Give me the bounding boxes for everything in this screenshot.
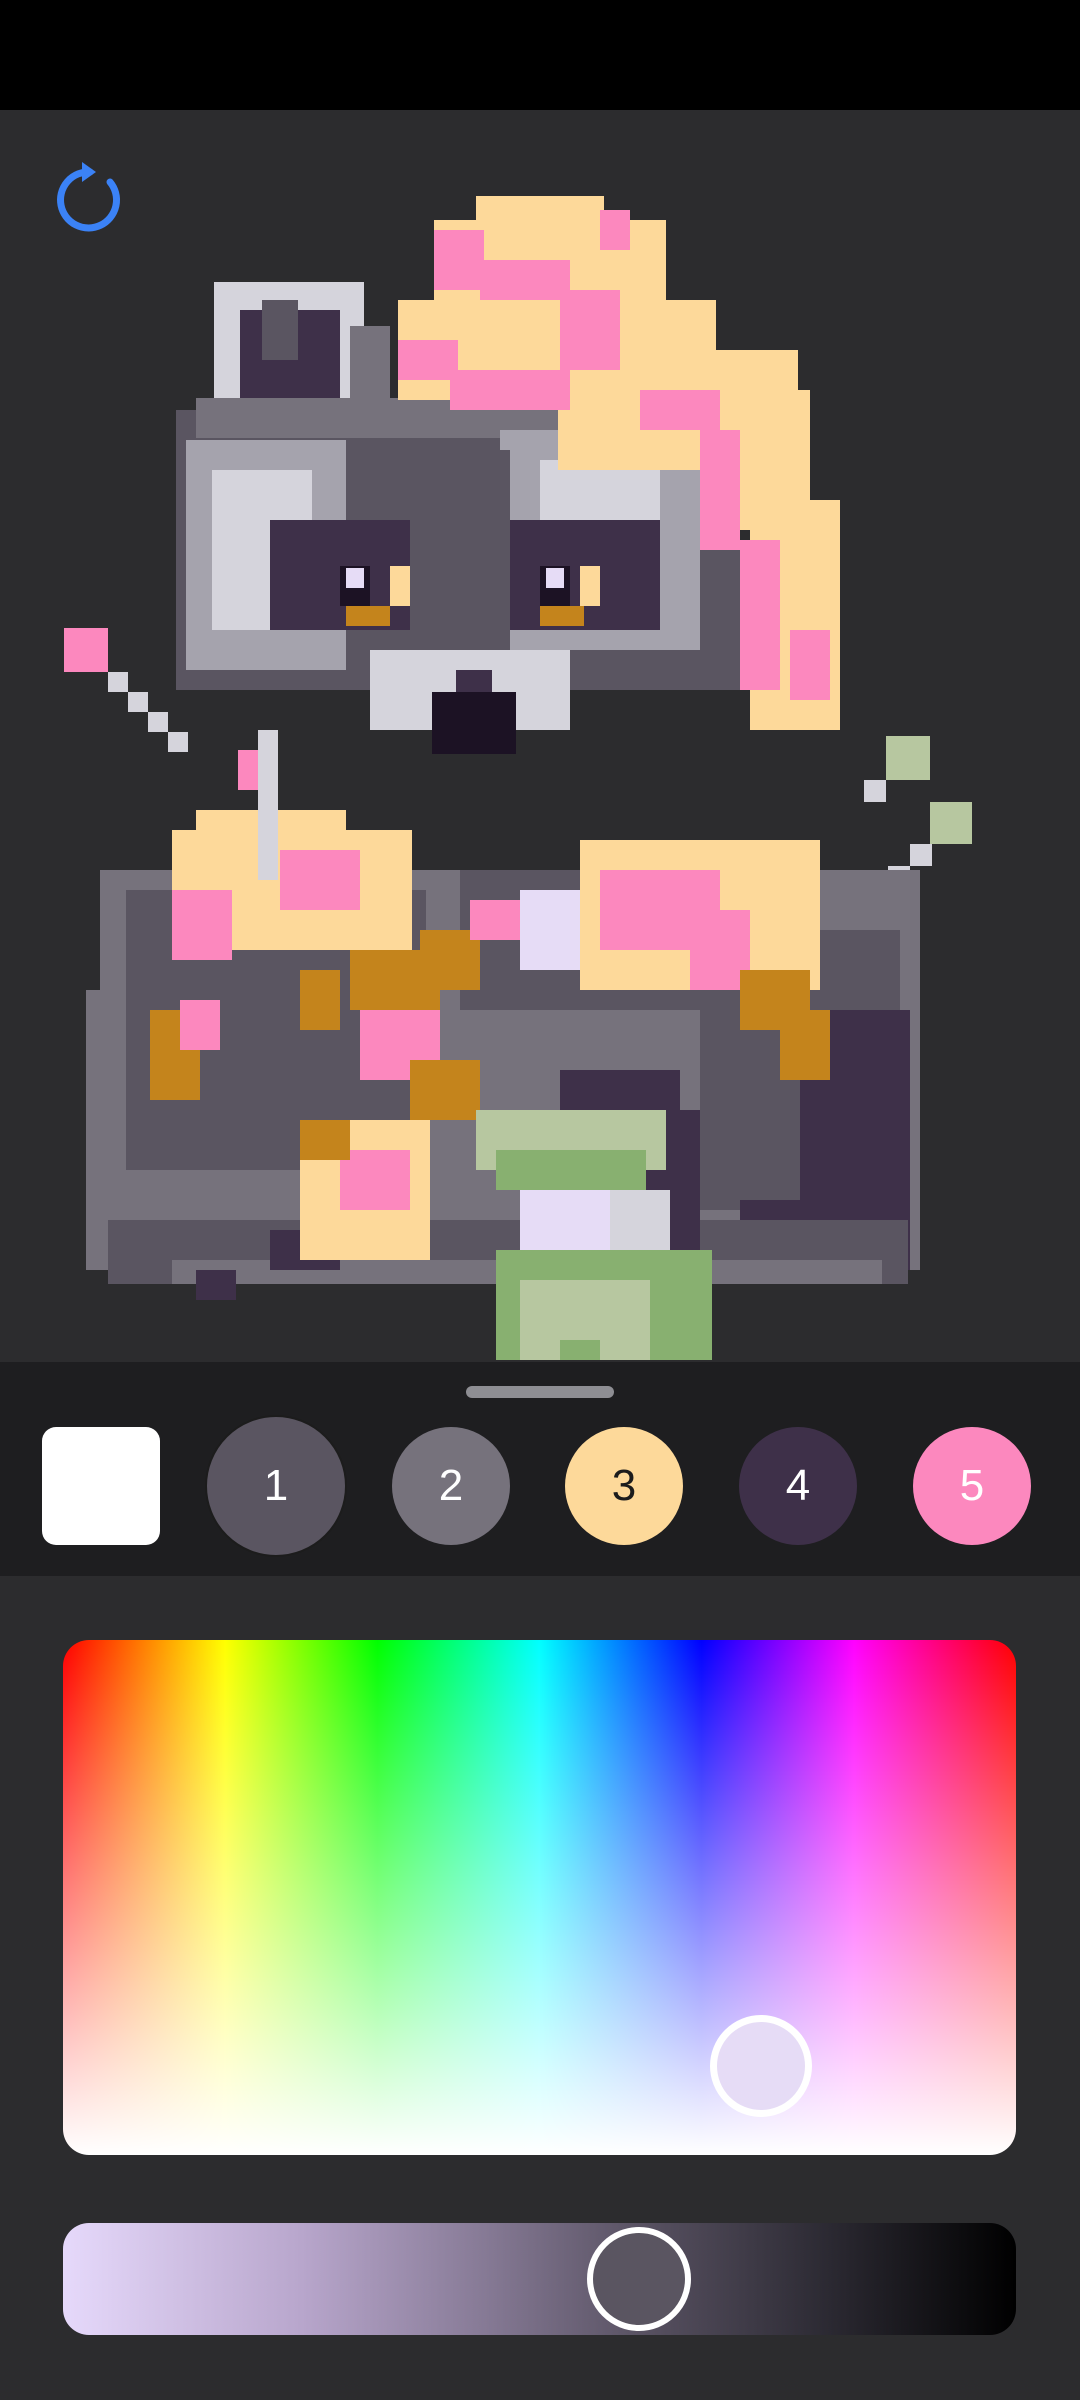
drag-handle[interactable] — [466, 1386, 614, 1398]
color-swatch-4[interactable]: 4 — [739, 1427, 857, 1545]
sparkle-green-2 — [930, 802, 972, 844]
swatch-label-4: 4 — [785, 1461, 811, 1510]
sparkle-pink — [64, 628, 108, 672]
refresh-icon[interactable] — [52, 160, 128, 236]
nose — [432, 692, 516, 754]
swatch-label-3: 3 — [611, 1461, 637, 1510]
swatch-label-1: 1 — [263, 1461, 289, 1510]
swatch-label-2: 2 — [438, 1461, 464, 1510]
sv-picker-thumb[interactable] — [710, 2015, 812, 2117]
saturation-value-picker[interactable] — [63, 1640, 1016, 2155]
color-swatch-2[interactable]: 2 — [392, 1427, 510, 1545]
brightness-slider-thumb[interactable] — [587, 2227, 691, 2331]
swatch-label-5: 5 — [959, 1461, 985, 1510]
blank-color-swatch[interactable] — [42, 1427, 160, 1545]
status-bar — [0, 0, 1080, 110]
color-swatch-3[interactable]: 3 — [565, 1427, 683, 1545]
brightness-slider[interactable] — [63, 2223, 1016, 2335]
color-swatch-5[interactable]: 5 — [913, 1427, 1031, 1545]
color-swatch-1[interactable]: 1 — [205, 1415, 347, 1557]
pixel-art-canvas[interactable] — [0, 110, 1080, 1362]
sparkle-green-1 — [886, 736, 930, 780]
